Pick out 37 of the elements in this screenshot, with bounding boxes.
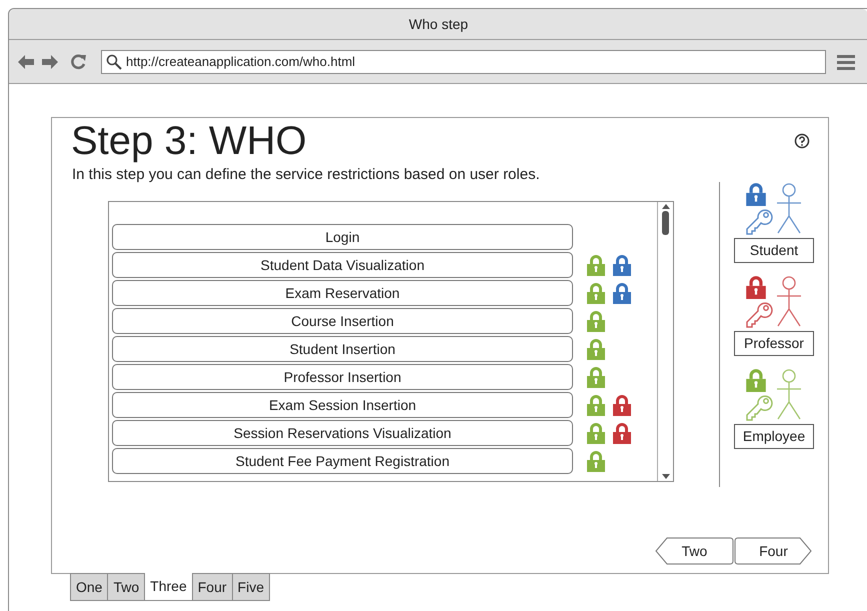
next-button[interactable]: Four [734, 537, 813, 565]
service-button[interactable]: Exam Session Insertion [112, 392, 573, 418]
menu-icon[interactable] [837, 52, 855, 70]
scrollbar[interactable] [657, 202, 673, 481]
service-button[interactable]: Student Fee Payment Registration [112, 448, 573, 474]
page-tab[interactable]: Five [232, 573, 270, 601]
page-tab[interactable]: Four [192, 573, 233, 601]
role-label: Professor [734, 331, 814, 356]
page-title: Step 3: WHO [71, 119, 307, 163]
service-button[interactable]: Course Insertion [112, 308, 573, 334]
reload-icon[interactable] [69, 52, 87, 70]
page-tab[interactable]: Three [144, 573, 193, 601]
service-button[interactable]: Exam Reservation [112, 280, 573, 306]
help-icon[interactable] [794, 133, 810, 149]
back-button[interactable]: Two [655, 537, 734, 565]
page-tab[interactable]: One [70, 573, 108, 601]
service-button[interactable]: Session Reservations Visualization [112, 420, 573, 446]
window-title: Who step [408, 14, 468, 34]
forward-arrow-icon[interactable] [41, 54, 59, 70]
service-button[interactable]: Login [112, 224, 573, 250]
page-tab[interactable]: Two [107, 573, 146, 601]
service-button[interactable]: Student Insertion [112, 336, 573, 362]
stick-figure-icon [774, 183, 804, 235]
service-button[interactable]: Student Data Visualization [112, 252, 573, 278]
scroll-down-arrow-icon[interactable] [662, 474, 670, 479]
stick-figure-icon [774, 276, 804, 328]
role-label: Student [734, 238, 814, 263]
page-subtitle: In this step you can define the service restrictions based on user roles. [71, 166, 541, 184]
stick-figure-icon [774, 369, 804, 421]
back-arrow-icon[interactable] [17, 54, 35, 70]
address-bar[interactable]: http://createanapplication.com/who.html [101, 50, 826, 74]
search-icon [106, 54, 122, 70]
scroll-up-arrow-icon[interactable] [662, 204, 670, 209]
role-label: Employee [734, 424, 814, 449]
scroll-thumb[interactable] [662, 211, 669, 235]
service-button[interactable]: Professor Insertion [112, 364, 573, 390]
url-text: http://createanapplication.com/who.html [126, 52, 356, 71]
